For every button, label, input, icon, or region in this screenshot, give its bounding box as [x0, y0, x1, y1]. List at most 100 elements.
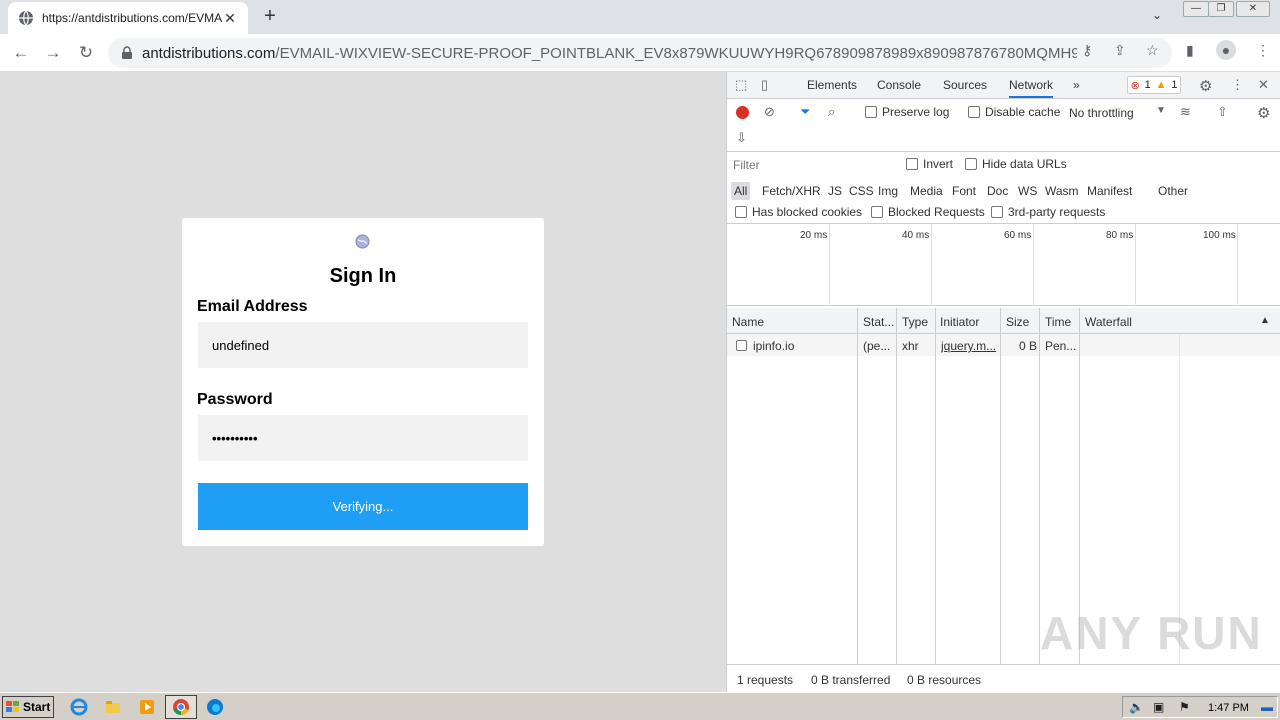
- column-name[interactable]: Name: [732, 315, 764, 329]
- start-button[interactable]: Start: [2, 696, 54, 718]
- chrome-icon: [173, 699, 189, 716]
- type-filter-font[interactable]: Font: [949, 182, 979, 200]
- has-blocked-cookies-checkbox[interactable]: Has blocked cookies: [735, 205, 862, 219]
- close-devtools-icon[interactable]: ✕: [1258, 77, 1269, 93]
- browser-toolbar: ← → ↻ antdistributions.com/EVMAIL-WIXVIE…: [0, 34, 1280, 72]
- network-settings-gear-icon[interactable]: ⚙: [1257, 104, 1270, 122]
- tab-network[interactable]: Network: [1009, 78, 1054, 98]
- inspect-element-icon[interactable]: ⬚: [735, 77, 747, 93]
- timeline-label: 20 ms: [800, 230, 828, 241]
- minimize-button[interactable]: —: [1183, 1, 1209, 17]
- taskbar-clock[interactable]: 1:47 PM: [1208, 702, 1249, 714]
- request-icon: [736, 340, 747, 351]
- network-status-bar: 1 requests 0 B transferred 0 B resources: [727, 664, 1280, 692]
- record-icon[interactable]: [736, 106, 749, 119]
- tab-elements[interactable]: Elements: [807, 78, 857, 92]
- type-filter-fetch-xhr[interactable]: Fetch/XHR: [759, 182, 824, 200]
- address-bar[interactable]: antdistributions.com/EVMAIL-WIXVIEW-SECU…: [108, 38, 1172, 68]
- maximize-button[interactable]: ❐: [1208, 1, 1234, 17]
- third-party-requests-checkbox[interactable]: 3rd-party requests: [991, 205, 1105, 219]
- page-content: Sign In Email Address undefined Password…: [0, 72, 726, 692]
- type-filter-js[interactable]: JS: [825, 182, 845, 200]
- type-filter-all[interactable]: All: [731, 182, 751, 200]
- edge-icon[interactable]: [206, 698, 224, 716]
- star-icon[interactable]: ☆: [1146, 42, 1159, 59]
- warning-count: 1: [1171, 79, 1178, 91]
- close-window-button[interactable]: ✕: [1236, 1, 1270, 17]
- email-field[interactable]: undefined: [198, 322, 528, 368]
- invert-checkbox[interactable]: Invert: [906, 157, 953, 171]
- tab-sources[interactable]: Sources: [943, 78, 987, 92]
- blocked-requests-checkbox[interactable]: Blocked Requests: [871, 205, 985, 219]
- devtools-panel: ⬚ ▯ Elements Console Sources Network » ⊗…: [726, 72, 1280, 692]
- clear-icon[interactable]: ⊘: [764, 104, 775, 120]
- column-size[interactable]: Size: [1006, 315, 1029, 329]
- type-filter-manifest[interactable]: Manifest: [1084, 182, 1135, 200]
- column-waterfall[interactable]: Waterfall: [1085, 315, 1132, 329]
- network-conditions-icon[interactable]: ≋: [1180, 104, 1191, 120]
- row-initiator-link[interactable]: jquery.m...: [941, 339, 1001, 353]
- type-filter-media[interactable]: Media: [907, 182, 946, 200]
- dropdown-arrow-icon[interactable]: ▼: [1156, 105, 1166, 116]
- settings-gear-icon[interactable]: ⚙: [1199, 77, 1212, 95]
- timeline-label: 60 ms: [1004, 230, 1032, 241]
- file-explorer-icon[interactable]: [104, 698, 122, 716]
- new-tab-button[interactable]: +: [260, 6, 280, 26]
- type-filter-other[interactable]: Other: [1155, 182, 1191, 200]
- column-type[interactable]: Type: [902, 315, 928, 329]
- verifying-button[interactable]: Verifying...: [198, 483, 528, 530]
- status-transferred: 0 B transferred: [811, 673, 891, 687]
- system-tray: 🔈 ▣ ⚑ ▬: [1122, 696, 1278, 718]
- device-toolbar-icon[interactable]: ▯: [761, 77, 768, 93]
- throttling-select[interactable]: No throttling: [1069, 106, 1134, 120]
- import-har-icon[interactable]: ⇧: [1217, 104, 1228, 120]
- column-initiator[interactable]: Initiator: [940, 315, 979, 329]
- network-icon[interactable]: ▣: [1153, 700, 1164, 714]
- filter-input[interactable]: [729, 156, 893, 174]
- menu-kebab-icon[interactable]: ⋮: [1256, 42, 1270, 59]
- internet-explorer-icon[interactable]: [70, 698, 88, 716]
- type-filter-wasm[interactable]: Wasm: [1042, 182, 1082, 200]
- password-field[interactable]: ••••••••••: [198, 415, 528, 461]
- devtools-menu-icon[interactable]: ⋮: [1231, 77, 1244, 93]
- forward-arrow-icon[interactable]: →: [42, 42, 64, 64]
- type-filter-img[interactable]: Img: [875, 182, 901, 200]
- action-center-flag-icon[interactable]: ⚑: [1179, 700, 1190, 714]
- table-header: Name Stat... Type Initiator Size Time Wa…: [727, 308, 1280, 334]
- column-time[interactable]: Time: [1045, 315, 1071, 329]
- volume-icon[interactable]: 🔈: [1129, 700, 1144, 714]
- status-requests: 1 requests: [737, 673, 794, 687]
- type-filter-doc[interactable]: Doc: [984, 182, 1011, 200]
- more-tabs-icon[interactable]: »: [1073, 78, 1080, 92]
- preserve-log-checkbox[interactable]: Preserve log: [865, 105, 949, 119]
- column-status[interactable]: Stat...: [863, 315, 894, 329]
- issues-badge[interactable]: ⊗ 1 ▲ 1: [1127, 76, 1181, 94]
- tab-search-chevron-icon[interactable]: ⌄: [1152, 8, 1162, 22]
- share-icon[interactable]: ⇪: [1114, 42, 1126, 59]
- key-icon[interactable]: ⚷: [1082, 42, 1092, 59]
- side-panel-icon[interactable]: ▮: [1186, 42, 1194, 59]
- search-icon[interactable]: ⌕: [828, 104, 835, 120]
- profile-avatar-icon[interactable]: ●: [1216, 40, 1236, 60]
- row-name[interactable]: ipinfo.io: [753, 339, 853, 353]
- timeline-overview[interactable]: 20 ms 40 ms 60 ms 80 ms 100 ms: [727, 224, 1280, 306]
- signin-card: Sign In Email Address undefined Password…: [182, 218, 544, 546]
- type-filter-ws[interactable]: WS: [1015, 182, 1040, 200]
- chrome-taskbar-button[interactable]: [165, 695, 197, 719]
- sort-up-icon[interactable]: ▲: [1260, 315, 1270, 326]
- type-filter-css[interactable]: CSS: [846, 182, 877, 200]
- row-status: (pe...: [863, 339, 891, 353]
- devtools-tab-bar: ⬚ ▯ Elements Console Sources Network » ⊗…: [727, 72, 1280, 99]
- disable-cache-checkbox[interactable]: Disable cache: [968, 105, 1060, 119]
- export-har-icon[interactable]: ⇩: [736, 130, 747, 146]
- hide-data-urls-checkbox[interactable]: Hide data URLs: [965, 157, 1067, 171]
- filter-icon[interactable]: ⏷: [800, 104, 810, 120]
- tab-console[interactable]: Console: [877, 78, 921, 92]
- show-desktop-icon[interactable]: ▬: [1261, 700, 1273, 714]
- back-arrow-icon[interactable]: ←: [10, 42, 32, 64]
- reload-icon[interactable]: ↻: [75, 42, 97, 64]
- globe-icon: [19, 10, 33, 26]
- browser-tab[interactable]: https://antdistributions.com/EVMAIL ✕: [8, 2, 248, 34]
- media-player-icon[interactable]: [138, 698, 156, 716]
- close-tab-icon[interactable]: ✕: [222, 10, 238, 27]
